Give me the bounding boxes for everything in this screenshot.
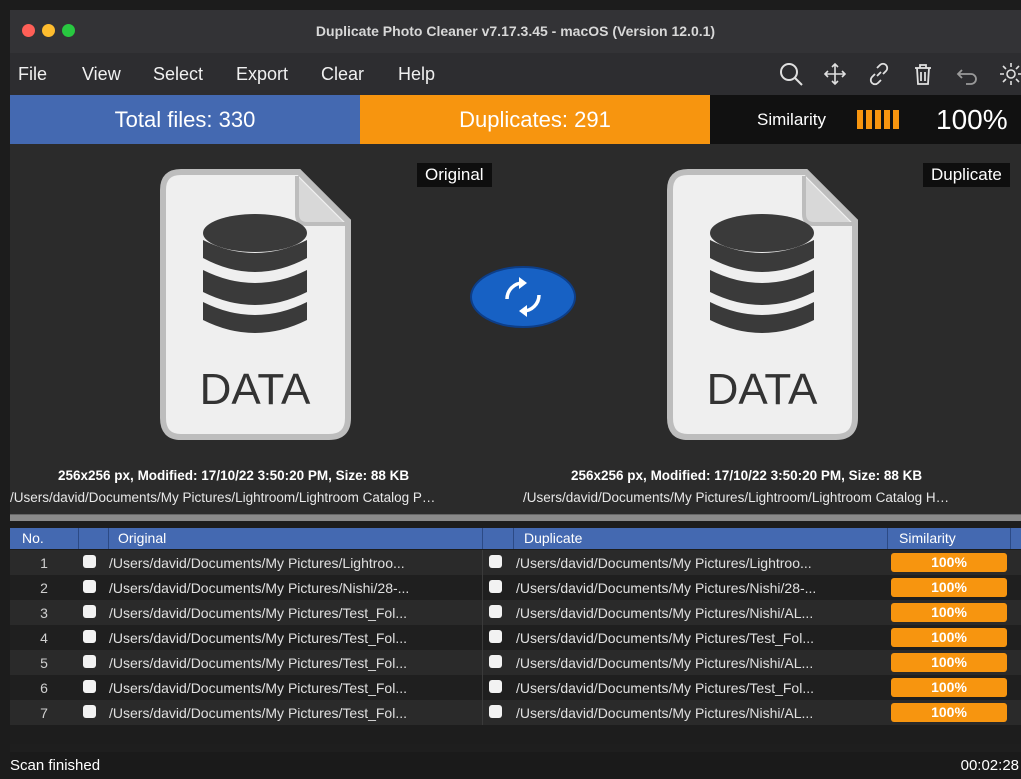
status-text: Scan finished	[10, 757, 101, 774]
original-checkbox[interactable]	[83, 705, 96, 718]
duplicate-checkbox[interactable]	[489, 630, 502, 643]
similarity-meter-bar	[884, 110, 890, 129]
header-no[interactable]: No.	[22, 530, 44, 546]
duplicate-info: 256x256 px, Modified: 17/10/22 3:50:20 P…	[571, 468, 923, 483]
original-tag: Original	[417, 163, 492, 187]
original-path-cell: /Users/david/Documents/My Pictures/Test_…	[109, 705, 407, 721]
original-checkbox[interactable]	[83, 655, 96, 668]
header-similarity[interactable]: Similarity	[899, 530, 956, 546]
similarity-meter-bar	[857, 110, 863, 129]
similarity-badge: 100%	[891, 603, 1007, 622]
original-checkbox[interactable]	[83, 630, 96, 643]
duplicate-path-cell: /Users/david/Documents/My Pictures/Nishi…	[516, 705, 814, 721]
gear-icon[interactable]	[996, 59, 1021, 89]
table-row[interactable]: 1 /Users/david/Documents/My Pictures/Lig…	[10, 550, 1021, 575]
duplicate-file-icon[interactable]: DATA	[666, 168, 859, 441]
table-header: No. Original Duplicate Similarity	[10, 528, 1021, 549]
duplicate-checkbox[interactable]	[489, 605, 502, 618]
stats-bar: Total files: 330 Duplicates: 291 Similar…	[10, 95, 1021, 144]
duplicate-path-cell: /Users/david/Documents/My Pictures/Nishi…	[516, 605, 814, 621]
similarity-badge: 100%	[891, 553, 1007, 572]
trash-icon[interactable]	[908, 59, 938, 89]
menu-select[interactable]: Select	[153, 64, 203, 85]
original-path-cell: /Users/david/Documents/My Pictures/Test_…	[109, 680, 407, 696]
similarity-value: 100%	[936, 104, 1008, 135]
menu-clear[interactable]: Clear	[321, 64, 364, 85]
swap-button[interactable]	[469, 265, 577, 329]
undo-icon[interactable]	[952, 59, 982, 89]
similarity-badge: 100%	[891, 703, 1007, 722]
menu-file[interactable]: File	[18, 64, 47, 85]
duplicate-path: /Users/david/Documents/My Pictures/Light…	[523, 490, 950, 505]
similarity-badge: 100%	[891, 578, 1007, 597]
pane-splitter[interactable]	[10, 514, 1021, 521]
link-icon[interactable]	[864, 59, 894, 89]
table-row[interactable]: 5 /Users/david/Documents/My Pictures/Tes…	[10, 650, 1021, 675]
original-checkbox[interactable]	[83, 555, 96, 568]
original-file-icon[interactable]: DATA	[159, 168, 352, 441]
data-label: DATA	[200, 365, 311, 414]
duplicate-checkbox[interactable]	[489, 655, 502, 668]
duplicate-checkbox[interactable]	[489, 580, 502, 593]
original-checkbox[interactable]	[83, 680, 96, 693]
row-number: 6	[40, 680, 48, 696]
row-number: 7	[40, 705, 48, 721]
duplicate-path-cell: /Users/david/Documents/My Pictures/Light…	[516, 555, 812, 571]
duplicate-checkbox[interactable]	[489, 680, 502, 693]
status-bar: Scan finished 00:02:28	[10, 752, 1021, 779]
similarity-badge: 100%	[891, 628, 1007, 647]
row-number: 5	[40, 655, 48, 671]
duplicate-path-cell: /Users/david/Documents/My Pictures/Test_…	[516, 680, 814, 696]
menu-bar: File View Select Export Clear Help	[10, 53, 1021, 95]
row-number: 3	[40, 605, 48, 621]
app-window: Duplicate Photo Cleaner v7.17.3.45 - mac…	[10, 10, 1021, 779]
original-path-cell: /Users/david/Documents/My Pictures/Nishi…	[109, 580, 410, 596]
elapsed-time: 00:02:28	[960, 757, 1019, 774]
row-number: 2	[40, 580, 48, 596]
duplicates-label: Duplicates: 291	[360, 95, 710, 144]
original-path: /Users/david/Documents/My Pictures/Light…	[10, 490, 436, 505]
row-number: 4	[40, 630, 48, 646]
similarity-meter-bar	[875, 110, 881, 129]
original-path-cell: /Users/david/Documents/My Pictures/Test_…	[109, 655, 407, 671]
similarity-badge: 100%	[891, 653, 1007, 672]
window-title: Duplicate Photo Cleaner v7.17.3.45 - mac…	[315, 23, 716, 39]
row-number: 1	[40, 555, 48, 571]
data-label: DATA	[707, 365, 818, 414]
search-icon[interactable]	[776, 59, 806, 89]
original-path-cell: /Users/david/Documents/My Pictures/Light…	[109, 555, 405, 571]
total-files-label: Total files: 330	[10, 95, 360, 144]
menu-export[interactable]: Export	[236, 64, 288, 85]
header-original[interactable]: Original	[118, 530, 166, 546]
similarity-label: Similarity	[757, 110, 826, 129]
table-row[interactable]: 6 /Users/david/Documents/My Pictures/Tes…	[10, 675, 1021, 700]
duplicate-path-cell: /Users/david/Documents/My Pictures/Test_…	[516, 630, 814, 646]
duplicate-checkbox[interactable]	[489, 555, 502, 568]
original-path-cell: /Users/david/Documents/My Pictures/Test_…	[109, 630, 407, 646]
results-table: No. Original Duplicate Similarity 1 /Use…	[10, 522, 1021, 744]
duplicate-checkbox[interactable]	[489, 705, 502, 718]
similarity-panel: Similarity 100%	[710, 95, 1021, 144]
original-checkbox[interactable]	[83, 605, 96, 618]
original-path-cell: /Users/david/Documents/My Pictures/Test_…	[109, 605, 407, 621]
header-duplicate[interactable]: Duplicate	[524, 530, 582, 546]
table-row[interactable]: 3 /Users/david/Documents/My Pictures/Tes…	[10, 600, 1021, 625]
similarity-meter-bar	[866, 110, 872, 129]
original-info: 256x256 px, Modified: 17/10/22 3:50:20 P…	[58, 468, 410, 483]
duplicate-tag: Duplicate	[923, 163, 1010, 187]
duplicate-path-cell: /Users/david/Documents/My Pictures/Nishi…	[516, 655, 814, 671]
similarity-meter	[857, 110, 899, 129]
menu-help[interactable]: Help	[398, 64, 435, 85]
table-row[interactable]: 4 /Users/david/Documents/My Pictures/Tes…	[10, 625, 1021, 650]
table-row[interactable]: 7 /Users/david/Documents/My Pictures/Tes…	[10, 700, 1021, 725]
preview-pane: Original Duplicate DATA DATA 256x256 px,…	[10, 144, 1021, 514]
original-checkbox[interactable]	[83, 580, 96, 593]
move-icon[interactable]	[820, 59, 850, 89]
similarity-badge: 100%	[891, 678, 1007, 697]
menu-view[interactable]: View	[82, 64, 121, 85]
similarity-meter-bar	[893, 110, 899, 129]
duplicate-path-cell: /Users/david/Documents/My Pictures/Nishi…	[516, 580, 817, 596]
title-bar: Duplicate Photo Cleaner v7.17.3.45 - mac…	[10, 10, 1021, 53]
table-row[interactable]: 2 /Users/david/Documents/My Pictures/Nis…	[10, 575, 1021, 600]
